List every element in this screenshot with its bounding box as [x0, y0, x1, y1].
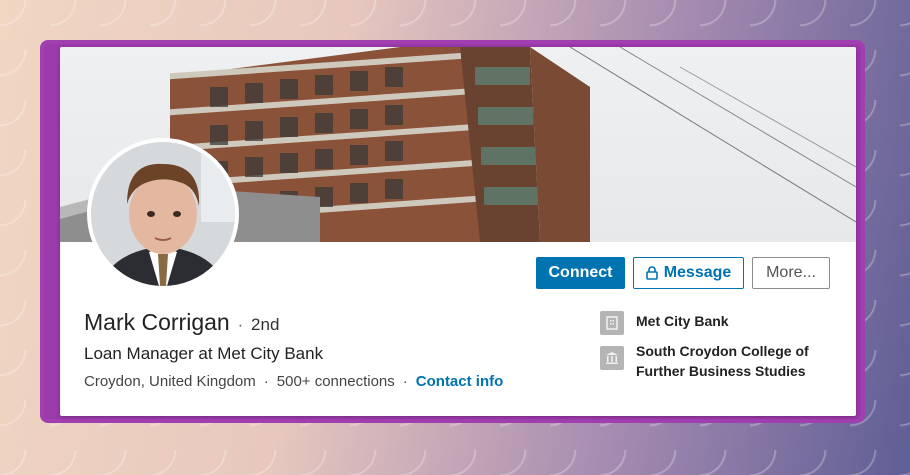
school-name: South Croydon College of Further Busines…: [636, 343, 809, 379]
profile-headline: Loan Manager at Met City Bank: [84, 344, 324, 363]
company-name: Met City Bank: [636, 313, 729, 329]
profile-connections[interactable]: 500+ connections: [277, 373, 395, 390]
profile-card: Connect Message More... Mark Corrigan · …: [60, 47, 856, 416]
connect-button[interactable]: Connect: [536, 257, 625, 289]
name-row: Mark Corrigan · 2nd: [84, 309, 279, 336]
name-separator: ·: [237, 317, 244, 334]
profile-name: Mark Corrigan: [84, 309, 230, 335]
message-button-label: Message: [663, 264, 732, 281]
avatar[interactable]: [87, 138, 239, 290]
more-button[interactable]: More...: [752, 257, 830, 289]
message-button[interactable]: Message: [633, 257, 744, 289]
education-school[interactable]: South Croydon College of Further Busines…: [600, 341, 826, 381]
meta-separator: ·: [263, 373, 269, 390]
lock-icon: [645, 266, 658, 280]
profile-location: Croydon, United Kingdom: [84, 373, 256, 390]
school-icon: [600, 346, 624, 370]
profile-meta: Croydon, United Kingdom · 500+ connectio…: [84, 373, 503, 390]
connection-degree: 2nd: [251, 315, 280, 334]
contact-info-link[interactable]: Contact info: [416, 373, 504, 390]
avatar-photo: [91, 142, 235, 286]
meta-separator: ·: [402, 373, 408, 390]
company-icon: [600, 311, 624, 335]
current-company[interactable]: Met City Bank: [600, 311, 826, 335]
